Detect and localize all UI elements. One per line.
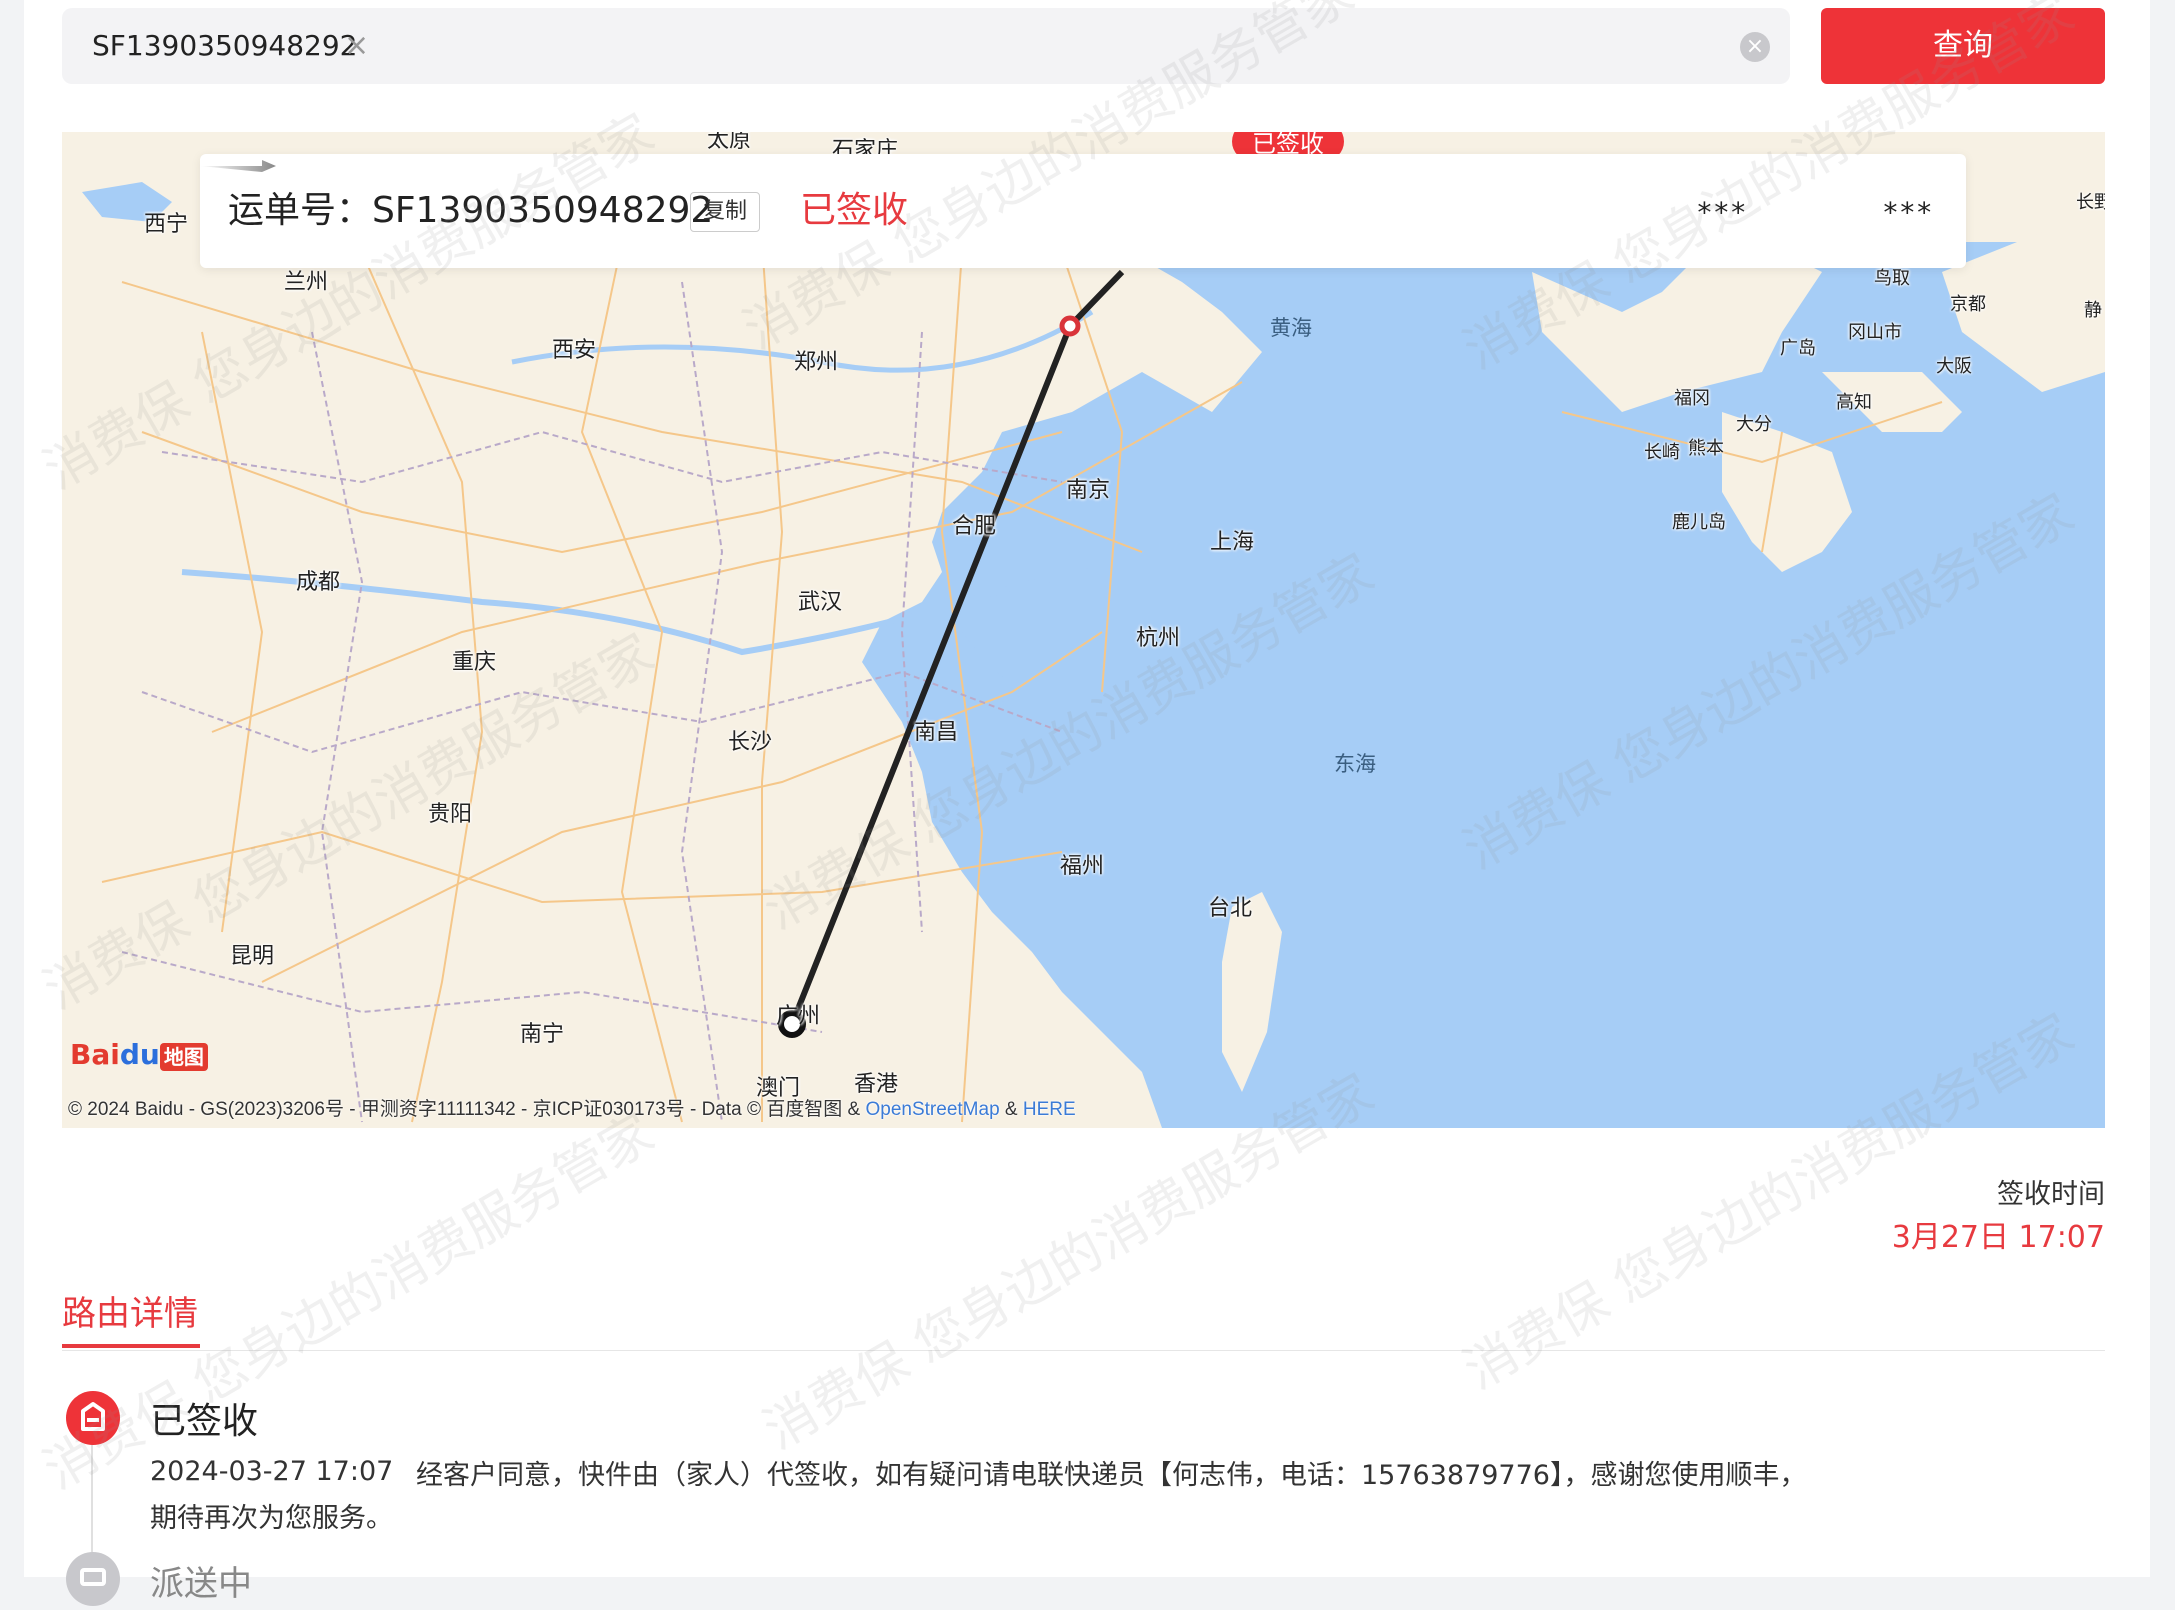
- here-link[interactable]: HERE: [1023, 1099, 1076, 1120]
- city-label: 合肥: [952, 514, 997, 539]
- city-label: 广州: [776, 1004, 821, 1029]
- event-title: 派送中: [150, 1564, 252, 1604]
- city-label: 重庆: [452, 650, 497, 675]
- map-base: [82, 182, 2105, 1128]
- city-label: 高知: [1836, 392, 1872, 413]
- city-label: 太原: [707, 132, 752, 153]
- status-badge: 已签收: [800, 190, 909, 231]
- city-label: 冈山市: [1848, 322, 1902, 343]
- city-label: 杭州: [1136, 626, 1181, 651]
- city-label: 大阪: [1936, 356, 1972, 377]
- baidu-map-logo: Baidu 地图: [70, 1038, 208, 1071]
- origin-city: ***: [1696, 196, 1747, 229]
- tracking-card: 运单号：SF1390350948292 复制 已签收 *** ***: [200, 154, 1966, 268]
- sea-label: 东海: [1334, 752, 1376, 776]
- sea-label: 黄海: [1270, 316, 1312, 340]
- search-input[interactable]: SF1390350948292 × ×: [62, 8, 1790, 84]
- copy-button[interactable]: 复制: [690, 192, 761, 232]
- city-label: 台北: [1208, 896, 1253, 921]
- city-label: 贵阳: [428, 802, 473, 827]
- delivery-icon: [66, 1552, 120, 1606]
- city-label: 兰州: [284, 270, 329, 295]
- event-title: 已签收: [150, 1401, 259, 1442]
- city-label: 西宁: [144, 212, 189, 237]
- city-label: 南宁: [520, 1022, 565, 1047]
- route-map[interactable]: 已签收 太原 石家庄 西宁 兰州 西安 郑州 南京 合肥 上海 成都 武汉 杭州…: [62, 132, 2105, 1128]
- city-label: 南昌: [914, 720, 959, 745]
- tab-underline: [62, 1344, 200, 1348]
- city-label: 南京: [1066, 478, 1111, 503]
- city-label: 广岛: [1780, 338, 1816, 359]
- map-copyright: © 2024 Baidu - GS(2023)3206号 - 甲测资字11111…: [68, 1099, 1076, 1120]
- search-tag: SF1390350948292: [92, 29, 358, 62]
- event-time: 2024-03-27 17:07: [150, 1456, 394, 1487]
- city-label: 福冈: [1674, 388, 1710, 409]
- city-label: 静: [2084, 300, 2102, 321]
- city-label: 长野: [2076, 192, 2105, 213]
- tag-remove-icon[interactable]: ×: [344, 8, 369, 84]
- query-button[interactable]: 查询: [1821, 8, 2105, 84]
- destination-city: ***: [1882, 196, 1933, 229]
- city-label: 长崎: [1644, 442, 1680, 463]
- city-label: 熊本: [1688, 438, 1724, 459]
- city-label: 成都: [296, 570, 341, 595]
- city-label: 长沙: [728, 730, 773, 755]
- city-label: 西安: [552, 338, 597, 363]
- sign-time-value: 3月27日 17:07: [1891, 1220, 2105, 1255]
- city-label: 昆明: [230, 944, 275, 969]
- city-label: 武汉: [798, 590, 843, 615]
- signed-icon: [66, 1391, 120, 1445]
- waybill-number: 运单号：SF1390350948292: [228, 190, 714, 231]
- clear-icon[interactable]: ×: [1740, 32, 1770, 62]
- event-description-cont: 期待再次为您服务。: [150, 1503, 393, 1534]
- city-label: 福州: [1060, 854, 1105, 879]
- city-label: 京都: [1950, 294, 1986, 315]
- tab-route-details[interactable]: 路由详情: [62, 1286, 198, 1335]
- route-arrow-icon: [200, 160, 276, 172]
- city-label: 鹿儿岛: [1672, 512, 1726, 533]
- city-label: 郑州: [794, 350, 839, 375]
- event-description: 经客户同意，快件由（家人）代签收，如有疑问请电联快递员【何志伟，电话：15763…: [416, 1460, 1807, 1491]
- sign-time-label: 签收时间: [1997, 1179, 2105, 1210]
- divider: [62, 1350, 2105, 1351]
- city-label: 大分: [1736, 414, 1772, 435]
- osm-link[interactable]: OpenStreetMap: [866, 1099, 1000, 1120]
- city-label: 上海: [1210, 530, 1255, 555]
